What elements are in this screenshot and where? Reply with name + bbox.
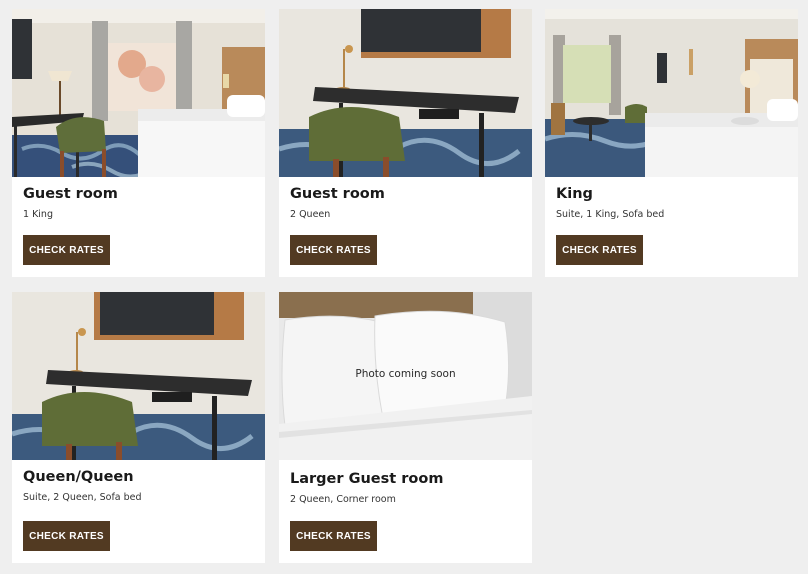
check-rates-button[interactable]: CHECK RATES (290, 521, 377, 551)
room-title: Larger Guest room (290, 471, 444, 487)
room-title: Queen/Queen (23, 469, 134, 485)
check-rates-button[interactable]: CHECK RATES (290, 235, 377, 265)
room-subtitle: Suite, 1 King, Sofa bed (556, 209, 665, 220)
room-subtitle: 2 Queen (290, 209, 331, 220)
room-photo[interactable]: Photo coming soon (279, 292, 532, 460)
check-rates-button[interactable]: CHECK RATES (556, 235, 643, 265)
room-photo[interactable] (279, 9, 532, 177)
room-title: Guest room (23, 186, 118, 202)
room-photo[interactable] (12, 292, 265, 460)
room-card: Guest room 1 King CHECK RATES (12, 9, 265, 277)
room-subtitle: 1 King (23, 209, 53, 220)
room-subtitle: Suite, 2 Queen, Sofa bed (23, 492, 142, 503)
check-rates-button[interactable]: CHECK RATES (23, 521, 110, 551)
photo-coming-soon-label: Photo coming soon (355, 368, 456, 380)
room-card: Queen/Queen Suite, 2 Queen, Sofa bed CHE… (12, 292, 265, 563)
room-photo[interactable] (545, 9, 798, 177)
check-rates-button[interactable]: CHECK RATES (23, 235, 110, 265)
room-card: Guest room 2 Queen CHECK RATES (279, 9, 532, 277)
room-title: Guest room (290, 186, 385, 202)
room-card: Photo coming soon Larger Guest room 2 Qu… (279, 292, 532, 563)
room-title: King (556, 186, 593, 202)
room-card: King Suite, 1 King, Sofa bed CHECK RATES (545, 9, 798, 277)
room-subtitle: 2 Queen, Corner room (290, 494, 396, 505)
room-photo[interactable] (12, 9, 265, 177)
